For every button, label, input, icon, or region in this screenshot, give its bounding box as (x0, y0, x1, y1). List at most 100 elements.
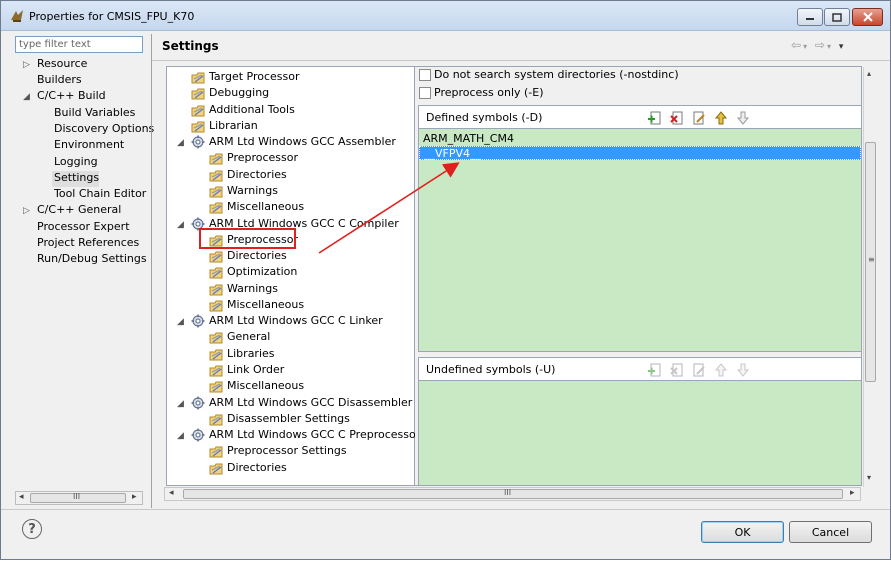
scroll-down-icon[interactable]: ▾ (867, 473, 871, 482)
tool-tree-label: Miscellaneous (227, 297, 305, 311)
option-folder-icon (209, 332, 223, 344)
tool-tree-label: Warnings (227, 183, 278, 197)
list-item-selected[interactable]: __VFPV4__ (419, 146, 861, 160)
option-folder-icon (209, 153, 223, 165)
tool-tree-label: Debugging (209, 86, 270, 100)
filter-input[interactable] (15, 36, 143, 53)
annotation-highlight-box (199, 228, 296, 249)
tool-tree-label: Additional Tools (209, 102, 295, 116)
scroll-right-icon[interactable]: ▸ (132, 492, 137, 502)
back-menu-icon[interactable]: ▾ (803, 42, 809, 51)
nav-item-discovery-options[interactable]: Discovery Options (52, 122, 154, 138)
view-menu-icon[interactable]: ▾ (839, 42, 846, 52)
nostdinc-checkbox[interactable] (419, 69, 431, 81)
option-folder-icon (191, 105, 205, 117)
collapse-arrow-icon[interactable]: ◢ (177, 138, 187, 148)
move-up-icon[interactable] (713, 110, 729, 126)
tool-tree-label: ARM Ltd Windows GCC C Preprocessor (209, 428, 421, 442)
nav-item-environment[interactable]: Environment (52, 138, 124, 154)
tool-tree-label: Directories (227, 249, 287, 263)
nav-item-project-references[interactable]: Project References (35, 236, 139, 252)
edit-icon[interactable] (691, 362, 707, 378)
forward-arrow-icon[interactable]: ⇨ (815, 38, 827, 52)
add-icon[interactable] (647, 110, 663, 126)
minimize-button[interactable] (797, 8, 823, 26)
defined-symbols-list[interactable]: ARM_MATH_CM4 __VFPV4__ (418, 129, 862, 352)
nav-item-logging[interactable]: Logging (52, 155, 98, 171)
undefined-symbols-toolbar (647, 362, 751, 378)
tool-tree-label: Warnings (227, 281, 278, 295)
move-down-icon[interactable] (735, 110, 751, 126)
nav-item-processor-expert[interactable]: Processor Expert (35, 220, 130, 236)
tool-tree-label: Miscellaneous (227, 379, 305, 393)
expand-arrow-icon[interactable]: ▷ (23, 206, 33, 216)
tool-gear-icon (191, 135, 205, 149)
collapse-arrow-icon[interactable]: ◢ (177, 220, 187, 230)
panel-divider[interactable] (151, 34, 152, 508)
left-horizontal-scrollbar[interactable]: ◂ III ▸ (15, 491, 143, 505)
move-up-icon[interactable] (713, 362, 729, 378)
help-button[interactable]: ? (22, 519, 42, 539)
move-down-icon[interactable] (735, 362, 751, 378)
add-icon[interactable] (647, 362, 663, 378)
back-arrow-icon[interactable]: ⇦ (791, 38, 803, 52)
nav-item-resource[interactable]: Resource (35, 57, 87, 73)
nav-item-builders[interactable]: Builders (35, 73, 82, 89)
collapse-arrow-icon[interactable]: ◢ (177, 399, 187, 409)
close-button[interactable] (852, 8, 883, 26)
tool-gear-icon (191, 428, 205, 442)
preprocess-only-label: Preprocess only (-E) (434, 86, 544, 99)
property-page-tree: ▷ Resource Builders ◢ C/C++ Build Build … (15, 57, 154, 487)
scroll-left-icon[interactable]: ◂ (19, 492, 24, 502)
nav-item-run-debug-settings[interactable]: Run/Debug Settings (35, 252, 147, 268)
tool-gear-icon (191, 396, 205, 410)
nav-item-settings[interactable]: Settings (52, 171, 100, 187)
settings-horizontal-scrollbar[interactable]: ◂ III ▸ (164, 487, 861, 501)
option-folder-icon (191, 121, 205, 133)
scroll-thumb[interactable]: III (30, 492, 126, 503)
defined-symbols-title: Defined symbols (-D) (426, 111, 543, 124)
collapse-arrow-icon[interactable]: ◢ (177, 317, 187, 327)
option-folder-icon (209, 300, 223, 312)
list-item[interactable]: ARM_MATH_CM4 (419, 132, 861, 146)
defined-symbols-toolbar (647, 110, 751, 126)
option-folder-icon (209, 349, 223, 361)
scroll-thumb[interactable]: III (183, 488, 843, 499)
collapse-arrow-icon[interactable]: ◢ (23, 92, 33, 102)
scroll-grip: III (73, 492, 81, 501)
ok-button[interactable]: OK (701, 521, 784, 543)
option-folder-icon (191, 72, 205, 84)
option-folder-icon (209, 284, 223, 296)
maximize-button[interactable] (824, 8, 850, 26)
footer-separator (1, 509, 890, 510)
history-navigation: ⇦▾ ⇨▾ ▾ (791, 38, 845, 52)
delete-icon[interactable] (669, 110, 685, 126)
scroll-thumb[interactable]: ≡ (865, 142, 876, 382)
app-icon (11, 10, 23, 22)
delete-icon[interactable] (669, 362, 685, 378)
edit-icon[interactable] (691, 110, 707, 126)
undefined-symbols-list[interactable] (418, 381, 862, 486)
option-folder-icon (209, 186, 223, 198)
scroll-left-icon[interactable]: ◂ (169, 488, 174, 498)
nav-item-cpp-general[interactable]: C/C++ General (35, 203, 121, 219)
preprocess-only-checkbox[interactable] (419, 87, 431, 99)
options-vertical-scrollbar[interactable]: ▴ ≡ ▾ (863, 67, 877, 487)
page-title: Settings (162, 39, 219, 53)
scroll-up-icon[interactable]: ▴ (867, 69, 871, 78)
nav-item-build-variables[interactable]: Build Variables (52, 106, 135, 122)
tool-tree-label: Directories (227, 167, 287, 181)
tool-settings-tree: Target Processor Debugging Additional Tool… (166, 66, 420, 486)
expand-arrow-icon[interactable]: ▷ (23, 60, 33, 70)
cancel-button[interactable]: Cancel (789, 521, 872, 543)
window-title: Properties for CMSIS_FPU_K70 (29, 10, 195, 23)
collapse-arrow-icon[interactable]: ◢ (177, 431, 187, 441)
tool-tree-label: ARM Ltd Windows GCC Disassembler (209, 395, 413, 409)
nostdinc-label: Do not search system directories (-nostd… (434, 68, 679, 81)
title-bar: Properties for CMSIS_FPU_K70 (1, 1, 890, 31)
nav-item-tool-chain-editor[interactable]: Tool Chain Editor (52, 187, 146, 203)
tool-gear-icon (191, 314, 205, 328)
nav-item-cpp-build[interactable]: C/C++ Build (35, 89, 106, 105)
forward-menu-icon[interactable]: ▾ (827, 42, 833, 51)
scroll-right-icon[interactable]: ▸ (850, 488, 855, 498)
